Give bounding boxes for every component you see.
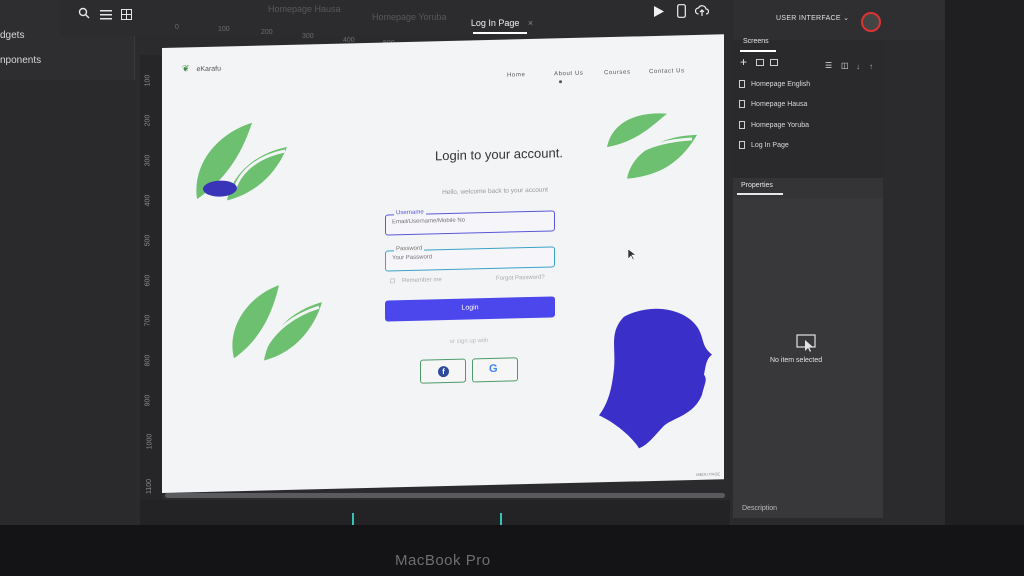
grid-view-icon[interactable]: ◫ (841, 61, 849, 70)
project-dropdown[interactable]: USER INTERFACE ⌄ (776, 14, 849, 22)
image-icon[interactable] (756, 59, 764, 66)
tab-properties-underline (737, 193, 783, 195)
laptop-frame: dgets nponents Homepage Hausa Homepage Y… (0, 0, 1024, 576)
ruler-tick: 800 (144, 354, 152, 367)
leaf-illustration-bottom-left (232, 285, 322, 361)
no-item-selected-label: No item selected (770, 357, 823, 364)
document-icon (739, 80, 745, 88)
background-right (945, 0, 1024, 525)
leaf-logo-icon: ❦ (182, 63, 190, 74)
nav-home[interactable]: Home (507, 72, 525, 78)
left-panel: dgets nponents (0, 0, 135, 525)
screen-item-log-in-page[interactable]: Log In Page (739, 141, 789, 149)
ruler-left: 100 200 300 400 500 600 700 800 900 1000… (140, 55, 162, 515)
search-icon[interactable] (78, 7, 90, 22)
artboard-login-page[interactable]: ❦ eKarafu Home About Us Courses Contact … (162, 34, 724, 493)
description-label: Description (742, 505, 778, 512)
tab-properties[interactable]: Properties (741, 182, 773, 189)
login-subtitle: Hello, welcome back to your account (442, 186, 548, 197)
avatar[interactable] (861, 12, 881, 32)
list-view-icon[interactable]: ☰ (825, 61, 832, 70)
password-input[interactable] (392, 251, 542, 262)
screen-item-label: Log In Page (751, 141, 789, 149)
folder-icon[interactable] (770, 59, 778, 66)
artboard-size-label: MEDU PAGE (696, 471, 720, 477)
macbook-brand-label: MacBook Pro (395, 552, 491, 569)
username-field[interactable]: Username (385, 209, 555, 236)
upload-cloud-icon[interactable] (694, 4, 710, 20)
remember-me-label[interactable]: Remember me (402, 277, 442, 284)
profile-head-illustration (599, 308, 712, 449)
or-sign-up-label: or sign up with (449, 338, 489, 345)
nav-contact-us[interactable]: Contact Us (649, 68, 685, 75)
menu-icon[interactable] (100, 8, 112, 23)
ruler-tick: 1000 (146, 433, 154, 450)
remember-checkbox[interactable] (390, 278, 395, 284)
add-icon[interactable]: + (740, 55, 747, 69)
ruler-tick: 1100 (146, 478, 154, 495)
screen-item-homepage-yoruba[interactable]: Homepage Yoruba (739, 121, 809, 129)
document-icon (739, 100, 745, 108)
nav-courses[interactable]: Courses (604, 70, 631, 77)
bottom-timeline (140, 500, 730, 525)
google-icon: G (489, 362, 498, 376)
site-logo-text: eKarafu (196, 65, 222, 74)
username-label: Username (394, 209, 426, 217)
ruler-tick: 600 (144, 274, 152, 287)
laptop-bezel (0, 525, 1024, 576)
timeline-marker[interactable] (500, 513, 502, 525)
tab-screens[interactable]: Screens (743, 38, 769, 45)
username-input[interactable] (392, 215, 542, 226)
mouse-cursor-icon (628, 249, 636, 261)
screen-item-label: Homepage Hausa (751, 100, 808, 108)
ruler-tick: 300 (144, 154, 152, 167)
ruler-tick: 200 (261, 29, 273, 36)
screen-item-label: Homepage English (751, 80, 811, 88)
screen-item-homepage-hausa[interactable]: Homepage Hausa (739, 100, 807, 108)
arrow-down-icon[interactable]: ↓ (856, 62, 860, 71)
screen-item-label: Homepage Yoruba (751, 121, 809, 129)
grid-icon[interactable] (121, 8, 132, 23)
tab-screens-underline (740, 50, 776, 52)
no-selection-icon (796, 334, 816, 352)
ruler-tick: 300 (302, 33, 314, 40)
play-icon[interactable] (654, 5, 664, 20)
password-label: Password (394, 245, 425, 253)
timeline-marker[interactable] (352, 513, 354, 525)
left-item-components[interactable]: nponents (0, 55, 41, 66)
document-icon (739, 141, 745, 149)
ruler-tick: 400 (144, 194, 152, 207)
leaf-illustration-top-right (607, 113, 697, 179)
password-field[interactable]: Password (385, 245, 555, 272)
mobile-preview-icon[interactable] (677, 4, 686, 21)
ruler-tick: 100 (218, 26, 230, 33)
left-item-widgets[interactable]: dgets (0, 30, 24, 41)
tab-homepage-hausa[interactable]: Homepage Hausa (268, 4, 341, 14)
login-title: Login to your account. (435, 145, 563, 164)
site-logo: ❦ eKarafu (182, 63, 221, 75)
arrow-up-icon[interactable]: ↑ (869, 62, 873, 71)
left-panel-body (0, 80, 135, 525)
login-button[interactable]: Login (385, 296, 555, 322)
ruler-tick: 700 (144, 314, 152, 327)
ruler-tick: 500 (144, 234, 152, 247)
facebook-icon: f (438, 365, 449, 378)
leaf-illustration-top-left (196, 122, 287, 201)
ruler-tick: 900 (144, 394, 152, 407)
screen-item-homepage-english[interactable]: Homepage English (739, 80, 810, 88)
screen: dgets nponents Homepage Hausa Homepage Y… (0, 0, 945, 525)
ruler-tick: 200 (144, 114, 152, 127)
horizontal-scrollbar[interactable] (165, 493, 725, 498)
ruler-tick: 100 (144, 74, 152, 87)
google-button[interactable]: G (472, 357, 518, 383)
nav-active-dot (559, 80, 562, 84)
tab-homepage-yoruba[interactable]: Homepage Yoruba (372, 12, 447, 22)
ruler-tick: 0 (175, 24, 179, 31)
document-icon (739, 121, 745, 129)
facebook-button[interactable]: f (420, 358, 466, 384)
forgot-password-link[interactable]: Forgot Password? (496, 275, 545, 282)
nav-about-us[interactable]: About Us (554, 71, 583, 78)
